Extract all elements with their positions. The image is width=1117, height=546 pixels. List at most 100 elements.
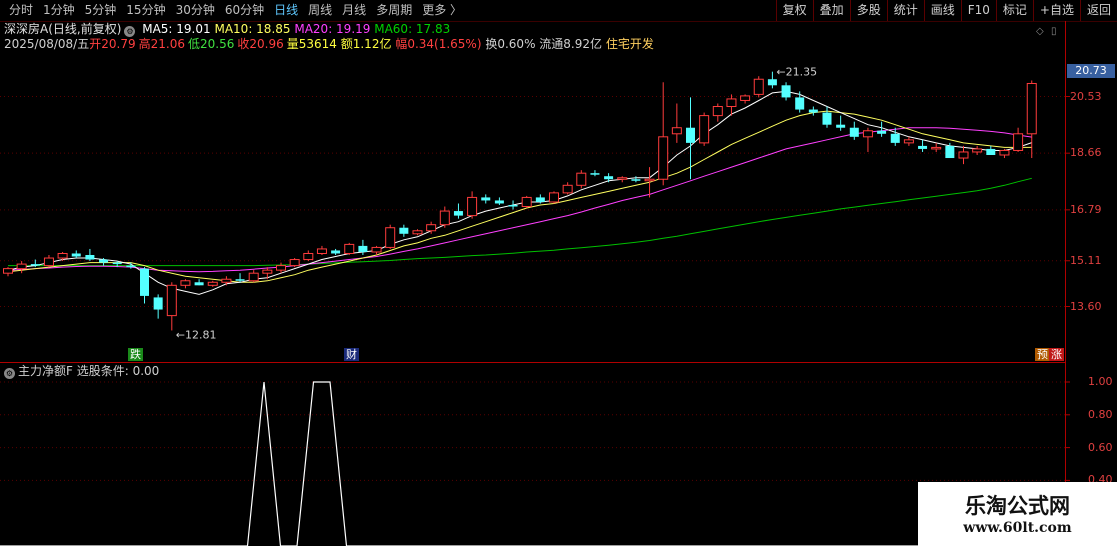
candle-body-down (631, 179, 641, 181)
candle-body-down (808, 109, 818, 113)
candle-body-up (931, 146, 942, 150)
candle-body-down (126, 265, 136, 268)
candle-body-up (344, 243, 355, 254)
candle-body-up (862, 130, 873, 138)
price-axis-label: 20.53 (1070, 89, 1102, 103)
candle-body-down (535, 197, 545, 202)
candle-body-down (99, 259, 109, 263)
cai-badge[interactable]: 财 (344, 348, 359, 361)
candle-body-down (795, 97, 805, 110)
candle-body-down (331, 250, 341, 254)
candle-body-down (358, 245, 368, 252)
candle-body-up (671, 127, 682, 135)
candle-body-up (740, 95, 751, 101)
ma60-line (8, 177, 1032, 267)
candle-body-up (3, 268, 13, 274)
candle-body-down (140, 268, 149, 296)
candle-body-up (426, 224, 437, 232)
high-price-annotation: ←21.35 (776, 66, 817, 79)
candle-body-up (303, 252, 314, 261)
candle-body-up (576, 172, 587, 186)
indicator-axis-label: 0.80 (1088, 407, 1113, 421)
current-price-tag: 20.73 (1067, 64, 1115, 78)
candle-body-up (1013, 133, 1024, 151)
candle-body-up (412, 230, 423, 235)
price-axis-label: 18.66 (1070, 146, 1102, 160)
indicator-axis-label: 0.60 (1088, 440, 1113, 454)
candle-body-up (467, 196, 478, 217)
candle-body-down (590, 173, 600, 175)
candle-body-down (918, 145, 928, 149)
zhang-badge[interactable]: 涨 (1049, 348, 1064, 361)
candle-body-up (289, 259, 300, 267)
watermark: 乐淘公式网 www.60lt.com (918, 482, 1117, 546)
candle-body-down (849, 127, 859, 137)
indicator-gear-icon[interactable]: ⚙ (4, 368, 15, 379)
indicator-header: ⚙ 主力净额F 选股条件: 0.00 (4, 364, 159, 379)
candle-body-up (699, 115, 710, 144)
indicator-title[interactable]: 主力净额F (18, 364, 73, 378)
candle-body-up (1026, 82, 1037, 135)
candle-body-down (399, 227, 409, 234)
candle-body-up (207, 281, 218, 286)
candle-body-up (521, 196, 532, 208)
price-axis-label: 13.60 (1070, 299, 1102, 313)
candle-body-down (781, 85, 791, 98)
watermark-url: www.60lt.com (963, 520, 1072, 536)
candle-body-up (903, 139, 914, 144)
candle-body-up (658, 136, 669, 180)
candle-body-down (30, 264, 40, 266)
candle-body-down (481, 197, 491, 201)
candle-body-up (316, 248, 327, 254)
candle-body-down (604, 176, 614, 180)
candle-body-down (822, 112, 832, 125)
candle-body-up (166, 284, 177, 317)
candle-body-down (767, 79, 777, 86)
yu-badge[interactable]: 预 (1035, 348, 1050, 361)
watermark-title: 乐淘公式网 (965, 493, 1070, 518)
ma5-line (7, 90, 1032, 295)
candle-body-down (494, 200, 504, 204)
candle-body-up (248, 272, 259, 282)
candle-body-up (999, 149, 1010, 156)
candle-body-up (43, 257, 54, 267)
candle-body-up (726, 98, 737, 108)
low-price-annotation: ←12.81 (176, 328, 217, 341)
candle-body-up (385, 227, 396, 248)
candle-body-up (276, 265, 286, 271)
ma10-line (7, 110, 1032, 283)
candle-body-up (753, 78, 764, 95)
indicator-condition: 选股条件: 0.00 (76, 364, 160, 378)
candle-body-down (836, 124, 846, 128)
candle-body-up (262, 269, 273, 274)
die-badge[interactable]: 跌 (128, 348, 143, 361)
candle-body-up (180, 280, 191, 286)
candle-body-down (235, 279, 245, 281)
candle-body-up (16, 263, 27, 270)
candle-body-down (986, 148, 996, 155)
candle-body-down (194, 282, 204, 286)
candle-body-up (617, 177, 628, 180)
candle-body-down (85, 255, 95, 260)
ma20-line (7, 127, 1032, 273)
candle-body-down (508, 205, 518, 207)
candle-body-up (439, 210, 450, 226)
candle-body-down (686, 127, 695, 143)
indicator-axis-label: 1.00 (1088, 375, 1113, 388)
candle-body-down (71, 253, 81, 257)
candle-body-up (712, 106, 723, 117)
price-axis-label: 15.11 (1070, 253, 1102, 267)
candle-body-down (890, 133, 900, 143)
candle-body-up (958, 151, 969, 159)
price-axis-label: 16.79 (1070, 202, 1102, 216)
price-chart[interactable]: ←21.35 ←12.81 (0, 0, 1117, 546)
candle-body-up (972, 148, 983, 153)
candle-body-up (549, 192, 559, 203)
candle-body-up (562, 184, 573, 194)
candle-body-up (644, 178, 655, 182)
candle-body-up (57, 252, 68, 259)
candle-body-down (945, 145, 955, 159)
candle-body-down (453, 211, 463, 216)
candle-body-up (371, 246, 382, 253)
candle-body-down (877, 130, 887, 134)
